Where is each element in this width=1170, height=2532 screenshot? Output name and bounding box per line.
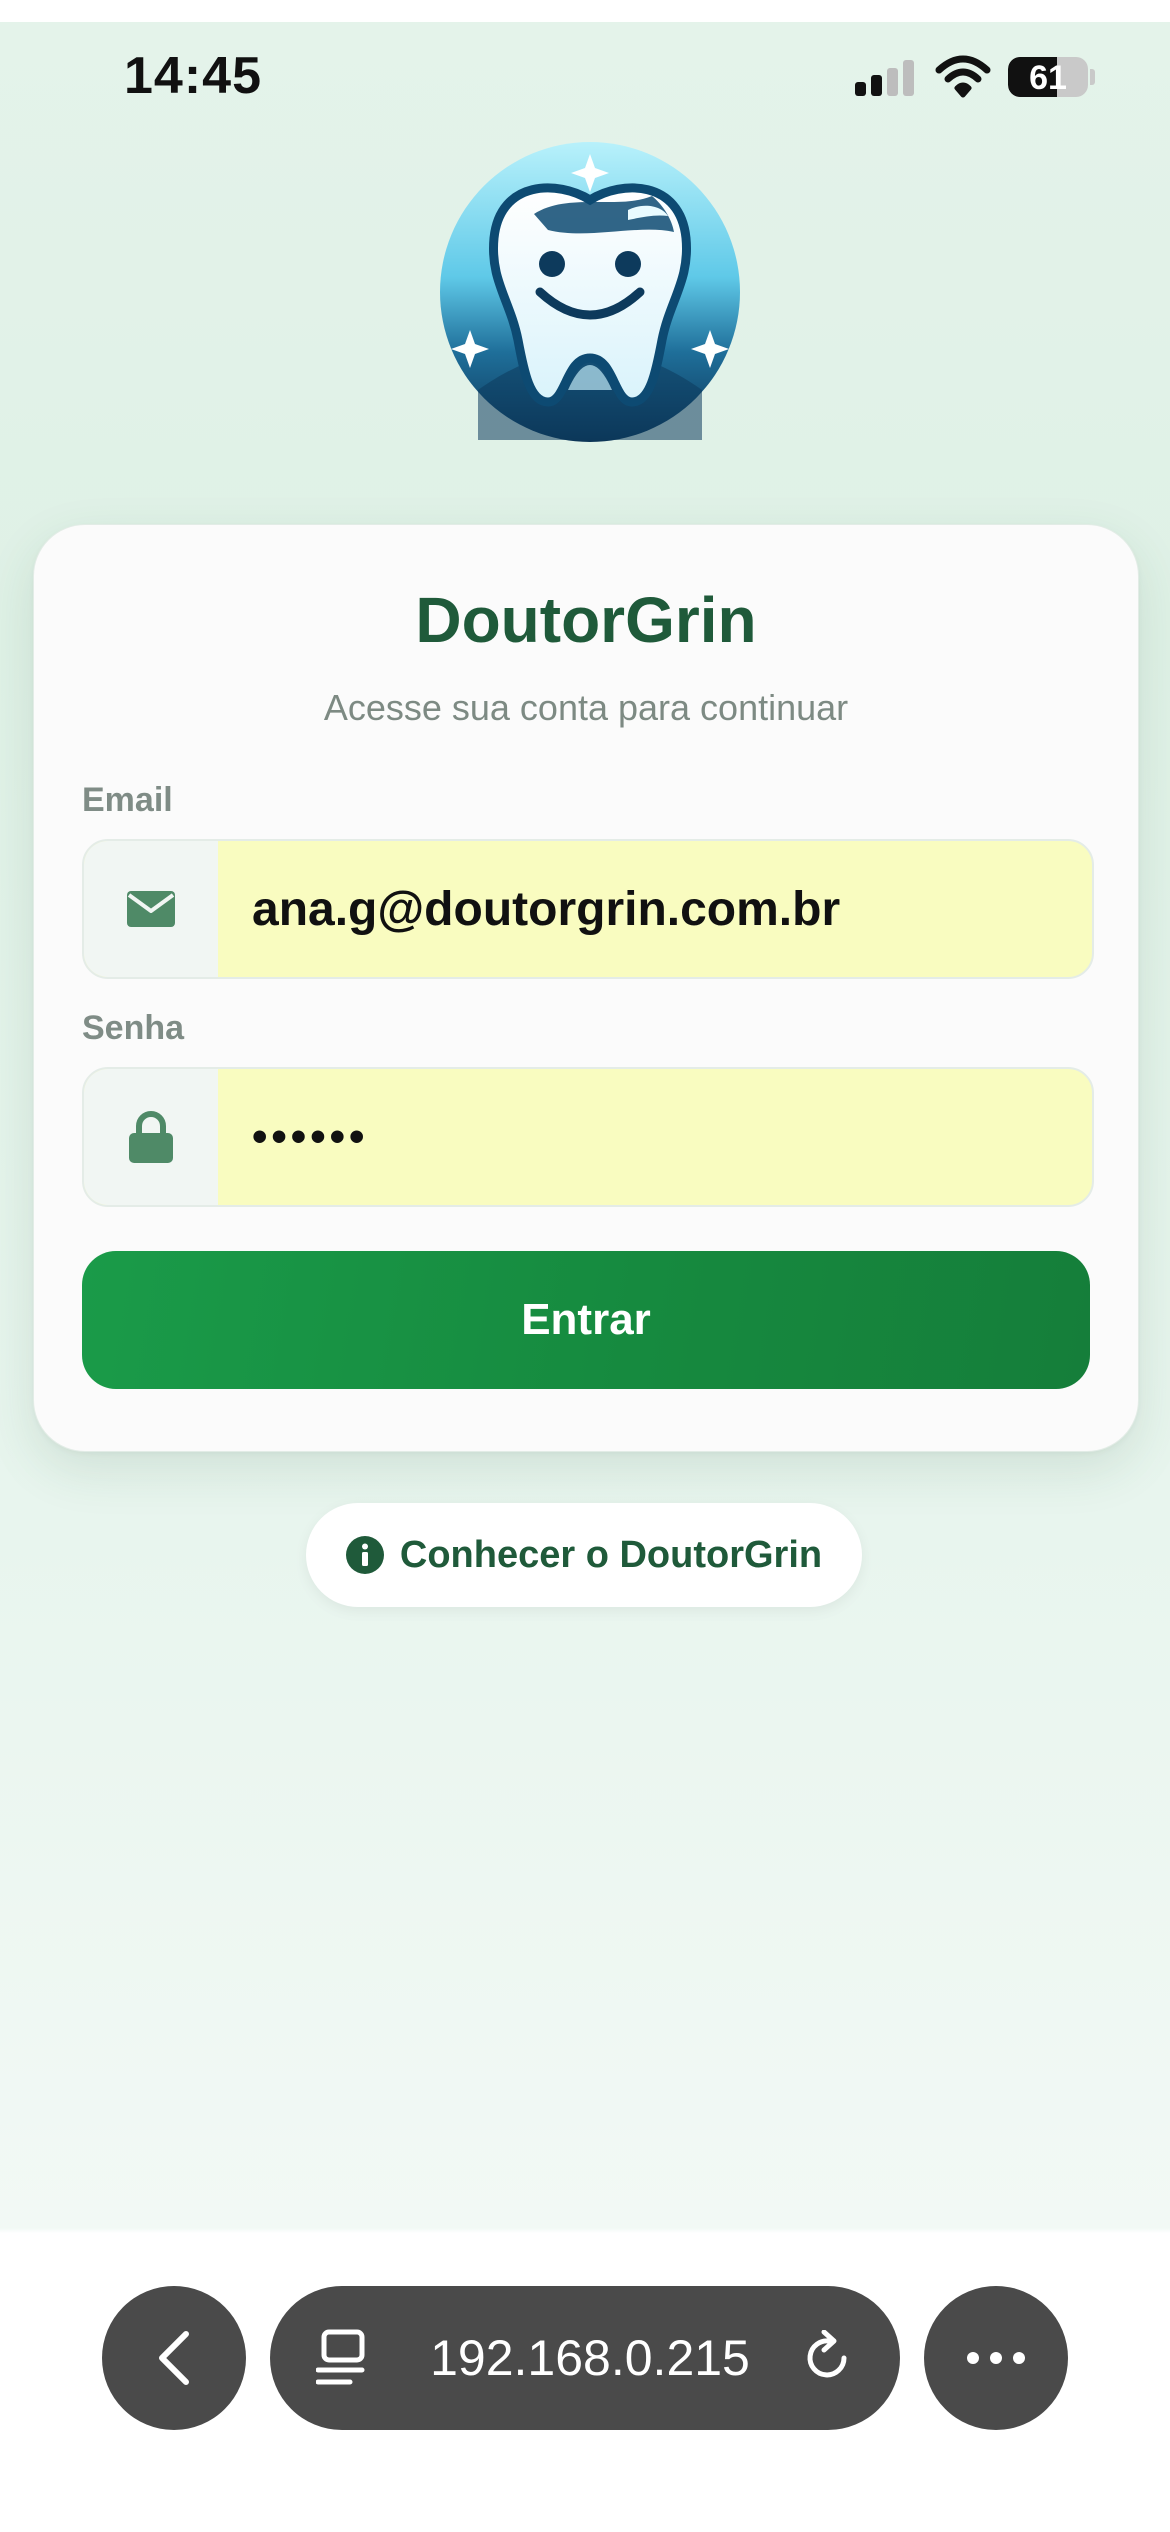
- battery-icon: 61: [1008, 57, 1088, 97]
- login-card: DoutorGrin Acesse sua conta para continu…: [33, 524, 1139, 1452]
- email-field[interactable]: ana.g@doutorgrin.com.br: [82, 839, 1094, 979]
- chevron-left-icon: [159, 2331, 189, 2385]
- browser-more-button[interactable]: [924, 2286, 1068, 2430]
- top-strip: [0, 0, 1170, 22]
- password-icon-box: [84, 1069, 218, 1205]
- app-title: DoutorGrin: [415, 584, 757, 656]
- url-text[interactable]: 192.168.0.215: [430, 2286, 750, 2430]
- app-subtitle: Acesse sua conta para continuar: [323, 687, 849, 728]
- password-field[interactable]: ••••••: [82, 1067, 1094, 1207]
- status-time: 14:45: [124, 47, 262, 105]
- email-input[interactable]: ana.g@doutorgrin.com.br: [252, 841, 1072, 977]
- envelope-icon: [127, 891, 175, 927]
- browser-back-button[interactable]: [102, 2286, 246, 2430]
- wifi-icon: [935, 55, 991, 98]
- browser-url-bar[interactable]: 192.168.0.215: [270, 2286, 900, 2430]
- info-icon: [345, 1536, 384, 1574]
- know-doutorgrin-button[interactable]: Conhecer o DoutorGrin: [306, 1503, 862, 1607]
- tabs-icon: [316, 2329, 365, 2385]
- reload-icon[interactable]: [800, 2330, 856, 2386]
- password-input[interactable]: ••••••: [252, 1069, 1072, 1205]
- tooth-logo-icon: [440, 142, 740, 442]
- know-doutorgrin-label: Conhecer o DoutorGrin: [399, 1533, 823, 1576]
- lock-icon: [129, 1111, 173, 1163]
- more-icon: [967, 2352, 1025, 2364]
- battery-level: 61: [1029, 59, 1067, 97]
- cellular-signal-icon: [855, 60, 915, 96]
- battery-tip: [1090, 69, 1095, 85]
- login-button[interactable]: Entrar: [82, 1251, 1090, 1389]
- email-icon-box: [84, 841, 218, 977]
- email-label: Email: [82, 781, 173, 819]
- password-label: Senha: [82, 1009, 185, 1047]
